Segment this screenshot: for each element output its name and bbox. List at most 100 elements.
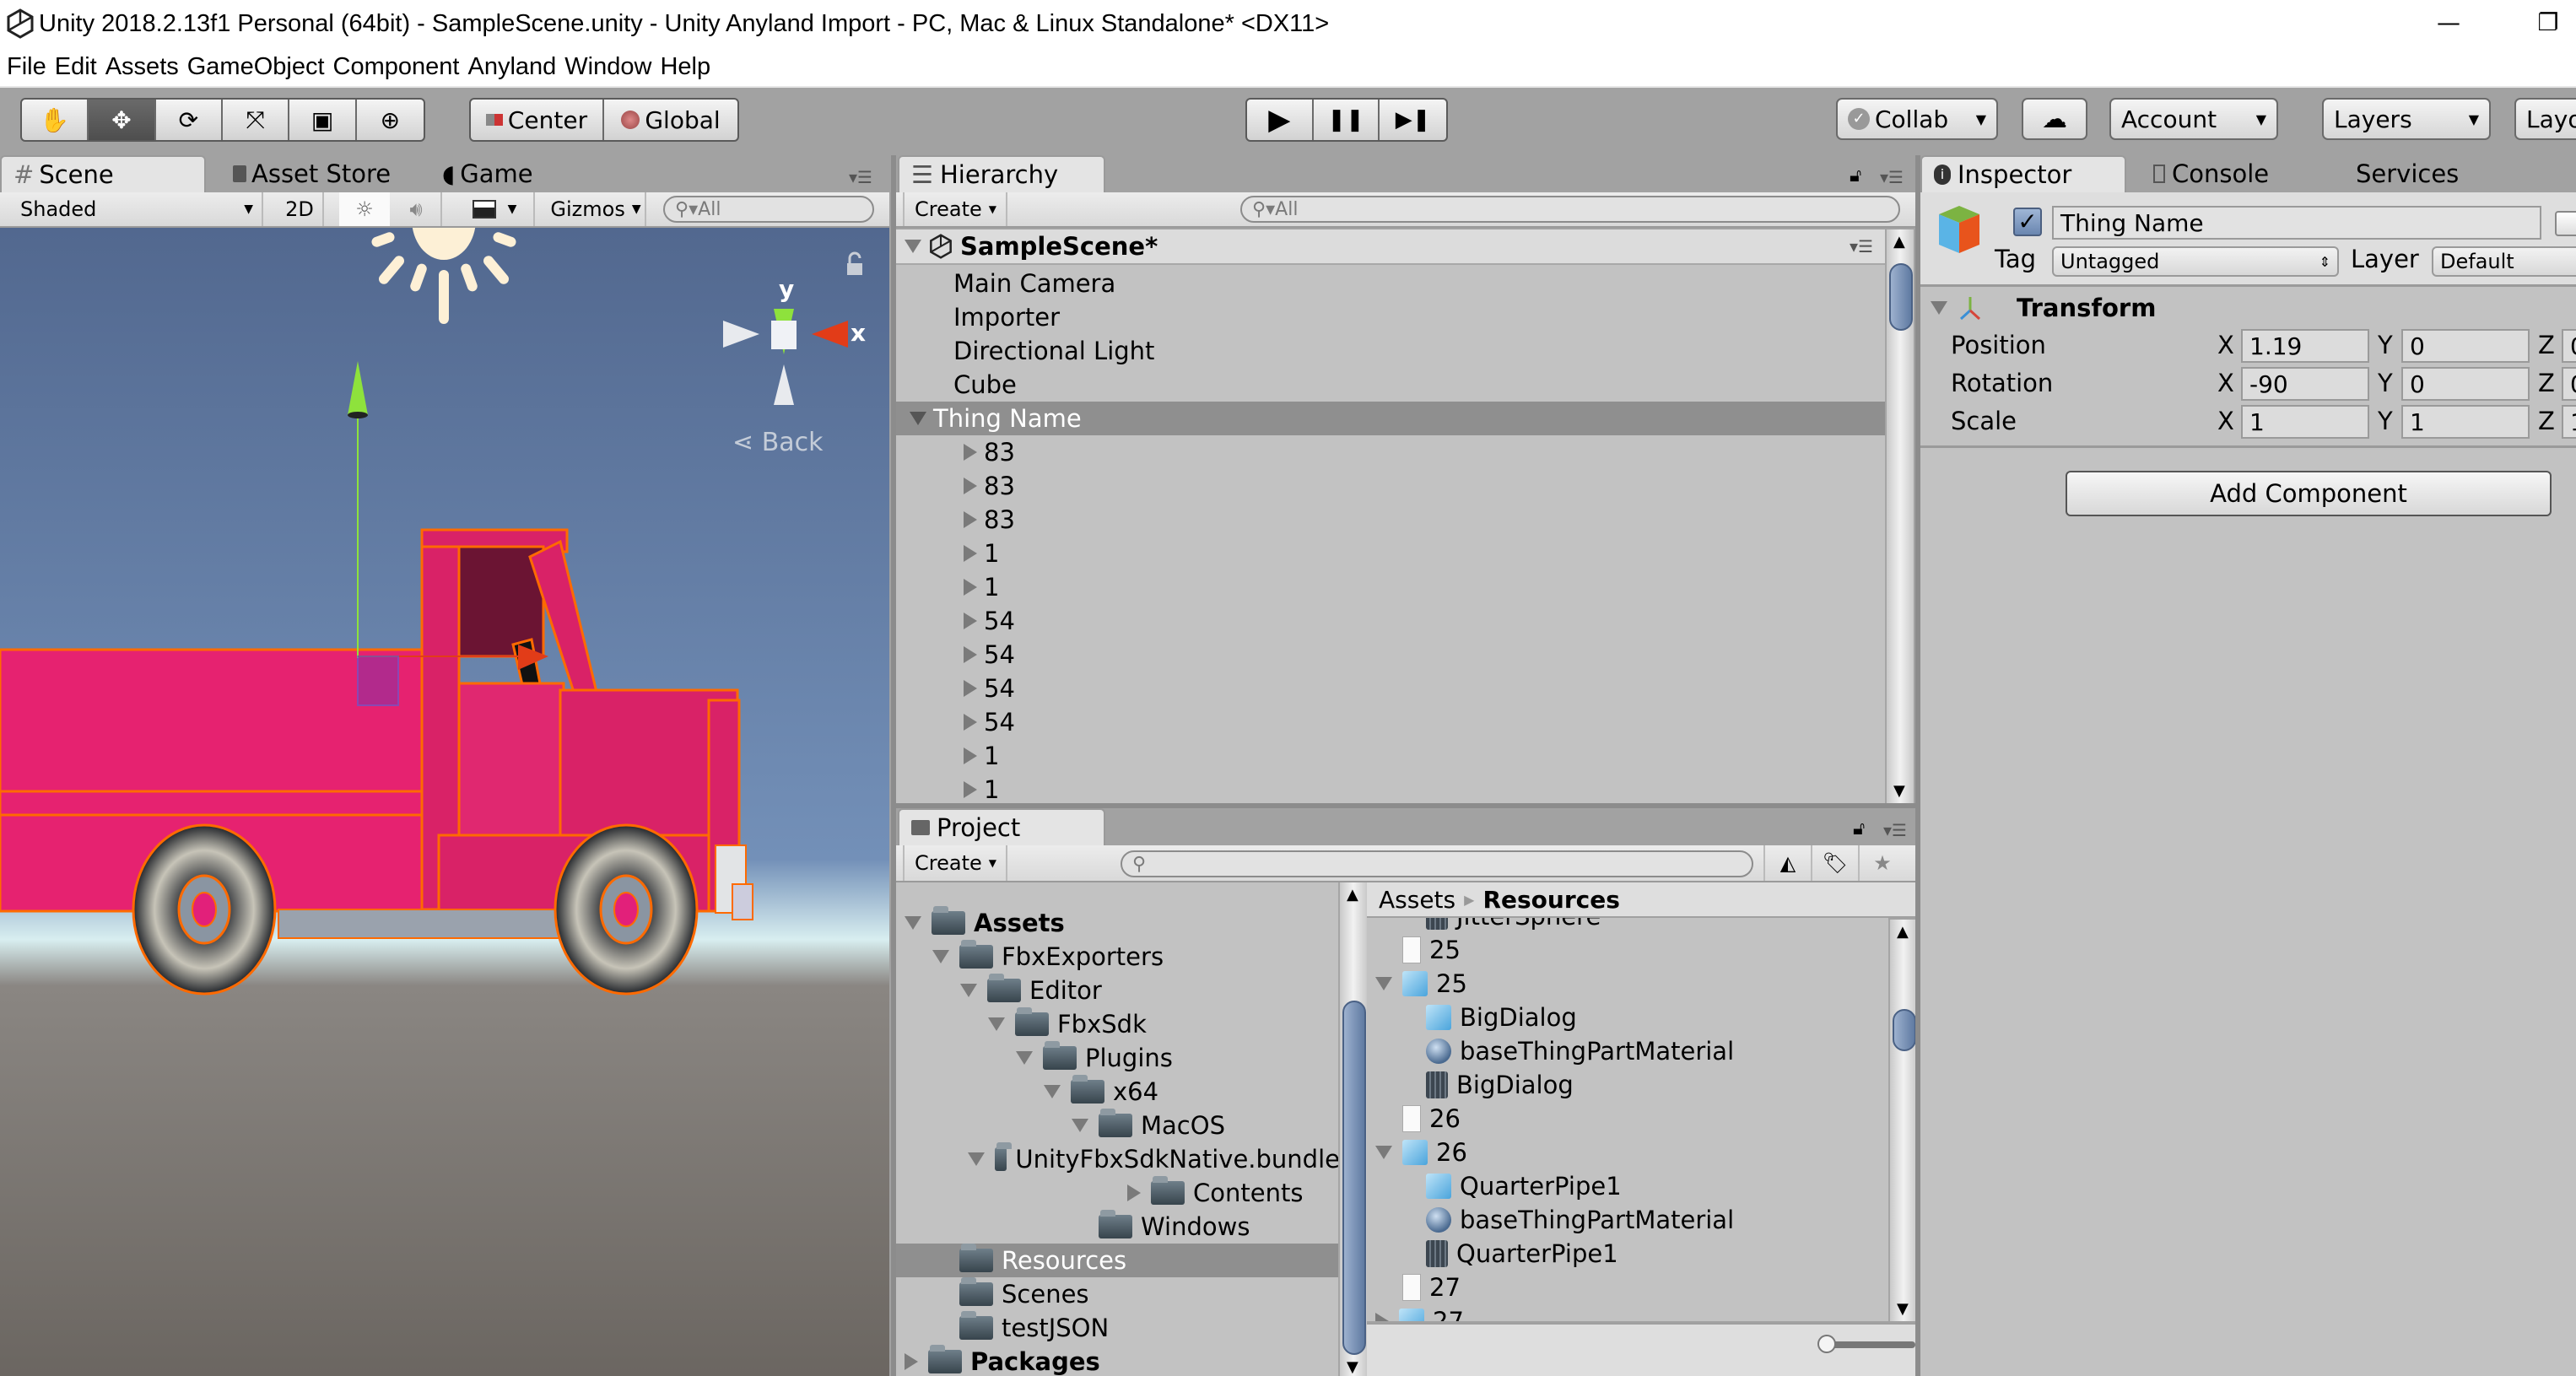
scene-viewport[interactable]: y x ⋖ Back [0,228,889,1376]
add-component-button[interactable]: Add Component [2066,471,2552,516]
panel-menu-icon[interactable]: ▾☰ [849,167,872,187]
folder-item[interactable]: FbxExporters [896,940,1340,974]
scroll-down-icon[interactable]: ▼ [1347,1358,1358,1376]
tab-services[interactable]: Services [2344,155,2471,192]
asset-item[interactable]: BigDialog [1367,1068,1888,1102]
menu-gameobject[interactable]: GameObject [187,53,325,81]
play-button[interactable]: ▶ [1247,100,1314,140]
hierarchy-item[interactable]: 54 [896,672,1885,705]
slider-handle[interactable] [1817,1335,1836,1353]
account-dropdown[interactable]: Account ▼ [2109,98,2278,140]
rotate-tool-button[interactable]: ⟳ [156,100,224,140]
transform-scale-y-input[interactable]: 1 [2401,405,2530,439]
project-search-input[interactable]: ⚲ [1121,850,1753,877]
audio-toggle[interactable]: 🔊︎ [392,192,442,226]
scene-header-row[interactable]: SampleScene* ▾☰ [896,229,1885,265]
transform-rotation-x-input[interactable]: -90 [2241,367,2369,401]
expand-icon[interactable] [905,240,921,253]
tab-scene[interactable]: # Scene [0,155,206,192]
folder-scroll-thumb[interactable] [1342,1001,1366,1355]
transform-position-x-input[interactable]: 1.19 [2241,329,2369,363]
asset-item[interactable]: QuarterPipe1 [1367,1237,1888,1271]
menu-window[interactable]: Window [564,53,651,81]
tab-hierarchy[interactable]: ☰ Hierarchy [898,155,1105,192]
hierarchy-item[interactable]: Directional Light [896,334,1885,368]
expand-icon[interactable] [1072,1119,1088,1132]
menu-assets[interactable]: Assets [105,53,179,81]
collapse-icon[interactable] [964,579,977,596]
breadcrumb-resources[interactable]: Resources [1482,886,1619,914]
collapse-icon[interactable] [964,680,977,697]
collapse-icon[interactable] [964,444,977,461]
hierarchy-item[interactable]: Importer [896,300,1885,334]
pivot-mode-button[interactable]: Center [471,100,605,140]
asset-item[interactable]: QuarterPipe1 [1367,1169,1888,1203]
hierarchy-item[interactable]: 1 [896,739,1885,773]
back-label[interactable]: ⋖ Back [732,428,824,457]
asset-item[interactable]: JitterSphere [1367,918,1888,933]
collapse-icon[interactable] [964,612,977,629]
hierarchy-item[interactable]: 83 [896,503,1885,537]
hierarchy-item[interactable]: 1 [896,537,1885,570]
project-create-dropdown[interactable]: Create ▼ [903,845,1007,881]
cloud-button[interactable]: ☁ [2022,98,2087,140]
expand-icon[interactable] [988,1017,1005,1031]
asset-item[interactable]: baseThingPartMaterial [1367,1203,1888,1237]
tab-project[interactable]: Project [898,808,1105,845]
static-checkbox[interactable] [2555,211,2576,236]
hierarchy-search-input[interactable]: ⚲▾ All [1240,196,1900,223]
transform-position-z-input[interactable]: 0 [2562,329,2576,363]
hierarchy-create-dropdown[interactable]: Create ▼ [903,192,1007,226]
menu-edit[interactable]: Edit [55,53,97,81]
transform-rotation-z-input[interactable]: 0 [2562,367,2576,401]
collapse-icon[interactable] [964,714,977,731]
collapse-icon[interactable] [905,1353,918,1370]
asset-item[interactable]: 26 [1367,1102,1888,1136]
expand-icon[interactable] [932,950,949,963]
collapse-icon[interactable] [964,747,977,764]
expand-icon[interactable] [1375,1146,1392,1159]
hierarchy-item[interactable]: Thing Name [896,402,1885,435]
folder-item[interactable]: testJSON [896,1311,1340,1345]
layer-dropdown[interactable]: Default [2432,246,2576,277]
layers-dropdown[interactable]: Layers ▼ [2322,98,2491,140]
effects-dropdown[interactable]: ▼ [456,192,535,226]
scene-search-input[interactable]: ⚲▾ All [663,196,874,223]
hierarchy-item[interactable]: 1 [896,570,1885,604]
object-name-input[interactable]: Thing Name [2052,206,2541,240]
hierarchy-scrollbar[interactable]: ▲ ▼ [1885,229,1914,803]
favorites-button[interactable]: ★ [1858,845,1905,881]
shading-mode-dropdown[interactable]: Shaded ▼ [0,192,263,226]
scene-menu-icon[interactable]: ▾☰ [1850,236,1873,256]
hand-tool-button[interactable]: ✋ [22,100,89,140]
folder-item[interactable]: UnityFbxSdkNative.bundle [896,1142,1340,1176]
filter-by-type-button[interactable]: ◭ [1763,845,1811,881]
expand-icon[interactable] [1931,301,1947,315]
expand-icon[interactable] [910,412,926,425]
menu-file[interactable]: File [7,53,46,81]
menu-anyland[interactable]: Anyland [467,53,556,81]
collab-dropdown[interactable]: ✓ Collab ▼ [1836,98,1998,140]
folder-item[interactable]: MacOS [896,1109,1340,1142]
scroll-up-icon[interactable]: ▲ [1893,233,1905,251]
asset-item[interactable]: 25 [1367,967,1888,1001]
collapse-icon[interactable] [964,478,977,494]
filter-by-label-button[interactable]: 🏷︎ [1811,845,1858,881]
rect-tool-button[interactable]: ▣ [289,100,357,140]
transform-scale-z-input[interactable]: 1 [2562,405,2576,439]
folder-item[interactable]: Editor [896,974,1340,1007]
folder-item[interactable]: Packages [896,1345,1340,1376]
hierarchy-item[interactable]: Main Camera [896,267,1885,300]
expand-icon[interactable] [1016,1051,1033,1065]
layout-dropdown[interactable]: Layout [2514,98,2576,140]
collapse-icon[interactable] [964,781,977,798]
asset-item[interactable]: BigDialog [1367,1001,1888,1034]
asset-item[interactable]: 25 [1367,933,1888,967]
lighting-toggle[interactable]: ☼ [339,192,390,226]
expand-icon[interactable] [1044,1085,1061,1098]
folder-item[interactable]: FbxSdk [896,1007,1340,1041]
step-button[interactable]: ▶❚ [1380,100,1446,140]
transform-header[interactable]: Transform [1920,289,2576,326]
collapse-icon[interactable] [1375,1313,1389,1321]
tab-asset-store[interactable]: Asset Store [221,155,402,192]
